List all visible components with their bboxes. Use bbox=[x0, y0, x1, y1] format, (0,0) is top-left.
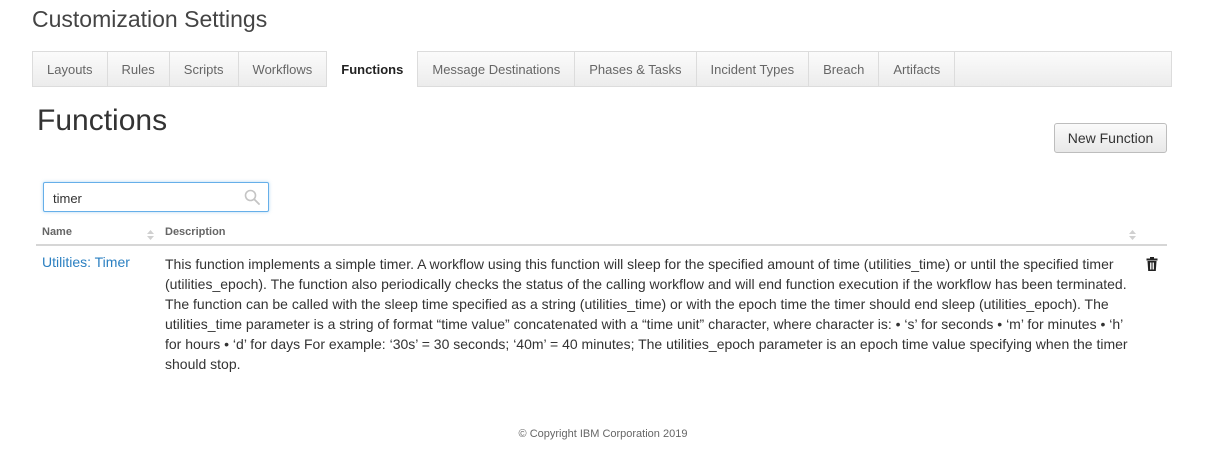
tab-incident-types[interactable]: Incident Types bbox=[697, 52, 810, 87]
table-row: Utilities: Timer This function implement… bbox=[36, 246, 1167, 376]
table-header: Name Description bbox=[36, 222, 1167, 246]
tab-message-destinations[interactable]: Message Destinations bbox=[418, 52, 576, 87]
tab-breach[interactable]: Breach bbox=[809, 52, 880, 87]
section-title: Functions bbox=[37, 104, 168, 137]
column-header-description[interactable]: Description bbox=[165, 226, 226, 238]
column-header-name[interactable]: Name bbox=[42, 226, 72, 238]
footer-copyright: © Copyright IBM Corporation 2019 bbox=[518, 428, 688, 440]
page-title: Customization Settings bbox=[32, 6, 268, 32]
search-box bbox=[43, 182, 269, 212]
settings-tabs: Layouts Rules Scripts Workflows Function… bbox=[32, 51, 1172, 87]
sort-icon[interactable] bbox=[1129, 230, 1136, 240]
trash-icon[interactable] bbox=[1146, 257, 1158, 271]
new-function-button[interactable]: New Function bbox=[1054, 123, 1167, 153]
search-icon[interactable] bbox=[244, 189, 260, 205]
function-description: This function implements a simple timer.… bbox=[165, 256, 1128, 372]
functions-table: Name Description Utilities: Timer This f… bbox=[36, 222, 1167, 376]
tab-functions[interactable]: Functions bbox=[326, 51, 419, 87]
tab-layouts[interactable]: Layouts bbox=[33, 52, 108, 87]
sort-icon[interactable] bbox=[147, 230, 154, 240]
tab-scripts[interactable]: Scripts bbox=[170, 52, 239, 87]
tab-rules[interactable]: Rules bbox=[108, 52, 170, 87]
tab-workflows[interactable]: Workflows bbox=[239, 52, 328, 87]
search-input[interactable] bbox=[53, 189, 233, 207]
tab-phases-tasks[interactable]: Phases & Tasks bbox=[575, 52, 697, 87]
tab-artifacts[interactable]: Artifacts bbox=[879, 52, 956, 87]
function-name-link[interactable]: Utilities: Timer bbox=[42, 254, 130, 270]
